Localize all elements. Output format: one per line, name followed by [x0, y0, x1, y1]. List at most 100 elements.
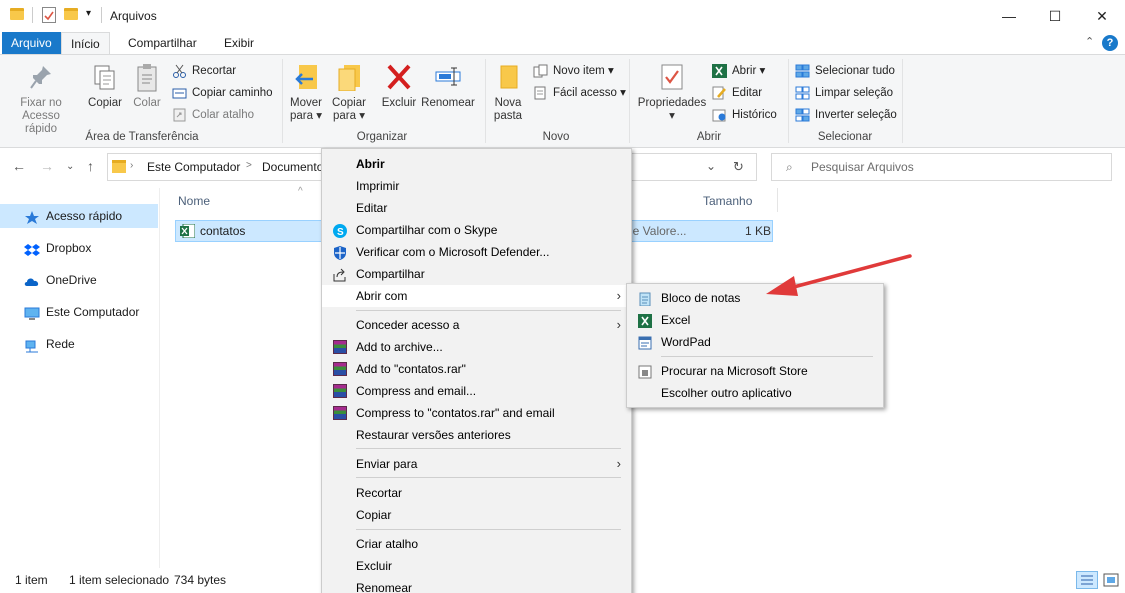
- menu-item-create-shortcut[interactable]: Criar atalho: [322, 533, 631, 555]
- minimize-button[interactable]: —: [986, 0, 1032, 32]
- maximize-button[interactable]: ☐: [1032, 0, 1078, 32]
- move-to-icon: [293, 63, 319, 91]
- cut-button[interactable]: Recortar: [172, 61, 236, 81]
- close-button[interactable]: ✕: [1079, 0, 1125, 32]
- paste-shortcut-button[interactable]: Colar atalho: [172, 105, 254, 125]
- properties-quick-icon[interactable]: [42, 7, 56, 23]
- tab-inicio[interactable]: Início: [61, 32, 110, 55]
- new-folder-button[interactable]: Nova pasta: [491, 63, 525, 123]
- ribbon-tabs: Arquivo Início Compartilhar Exibir ⌃ ?: [0, 32, 1125, 55]
- file-name: contatos: [200, 224, 246, 238]
- menu-item-rename[interactable]: Renomear: [322, 577, 631, 593]
- history-icon: [712, 108, 727, 122]
- submenu-item-excel[interactable]: Excel: [627, 309, 883, 331]
- breadcrumb-este-computador[interactable]: Este Computador: [147, 160, 240, 174]
- column-header-size[interactable]: Tamanho: [703, 194, 752, 208]
- menu-separator: [661, 356, 873, 357]
- large-icons-view-icon[interactable]: [1101, 571, 1121, 589]
- search-icon: ⌕: [786, 160, 793, 174]
- nav-item-this-pc[interactable]: Este Computador: [0, 300, 158, 324]
- svg-text:S: S: [337, 227, 344, 238]
- menu-item-add-to-archive[interactable]: Add to archive...: [322, 336, 631, 358]
- new-folder-quick-icon[interactable]: [64, 8, 78, 20]
- refresh-icon[interactable]: ↻: [733, 159, 744, 175]
- copy-button[interactable]: Copiar: [86, 63, 124, 110]
- rename-button[interactable]: Renomear: [421, 63, 475, 110]
- recent-locations-chevron-icon[interactable]: ⌄: [66, 161, 74, 172]
- breadcrumb-documentos[interactable]: Documento: [262, 160, 323, 174]
- skype-icon: S: [333, 223, 347, 238]
- tab-exibir[interactable]: Exibir: [215, 32, 263, 54]
- invert-selection-button[interactable]: Inverter seleção: [795, 105, 897, 125]
- select-none-button[interactable]: Limpar seleção: [795, 83, 893, 103]
- details-view-icon[interactable]: [1076, 571, 1098, 589]
- file-size: 1 KB: [745, 224, 772, 238]
- menu-item-edit[interactable]: Editar: [322, 197, 631, 219]
- menu-item-delete[interactable]: Excluir: [322, 555, 631, 577]
- breadcrumb-separator: ›: [130, 160, 134, 171]
- collapse-ribbon-icon[interactable]: ⌃: [1085, 35, 1094, 48]
- back-arrow-icon[interactable]: ←: [12, 158, 26, 174]
- menu-item-compress-rar-email[interactable]: Compress to "contatos.rar" and email: [322, 402, 631, 424]
- menu-item-open[interactable]: Abrir: [322, 153, 631, 175]
- excel-file-icon: [180, 223, 196, 239]
- delete-button[interactable]: Excluir: [380, 63, 418, 110]
- move-to-button[interactable]: Mover para ▾: [287, 63, 325, 123]
- nav-item-network[interactable]: Rede: [0, 332, 158, 356]
- help-icon[interactable]: ?: [1102, 35, 1118, 51]
- nav-item-dropbox[interactable]: Dropbox: [0, 236, 158, 260]
- status-selected: 1 item selecionado: [69, 573, 170, 587]
- copy-to-button[interactable]: Copiar para ▾: [330, 63, 368, 123]
- annotation-arrow-icon: [766, 254, 912, 296]
- tab-arquivo[interactable]: Arquivo: [2, 32, 61, 54]
- star-icon: [24, 209, 40, 224]
- menu-item-give-access[interactable]: Conceder acesso a ›: [322, 314, 631, 336]
- divider: [32, 7, 33, 23]
- nav-item-onedrive[interactable]: OneDrive: [0, 268, 158, 292]
- menu-item-open-with[interactable]: Abrir com ›: [322, 285, 631, 307]
- history-button[interactable]: Histórico: [712, 105, 777, 125]
- menu-item-restore-versions[interactable]: Restaurar versões anteriores: [322, 424, 631, 446]
- submenu-item-microsoft-store[interactable]: Procurar na Microsoft Store: [627, 360, 883, 382]
- divider: [282, 59, 283, 143]
- menu-item-defender-scan[interactable]: Verificar com o Microsoft Defender...: [322, 241, 631, 263]
- menu-item-share-skype[interactable]: S Compartilhar com o Skype: [322, 219, 631, 241]
- new-item-icon: [533, 64, 548, 78]
- address-dropdown-chevron-icon[interactable]: ⌄: [706, 159, 716, 173]
- window-title: Arquivos: [110, 9, 157, 23]
- forward-arrow-icon[interactable]: →: [40, 158, 54, 174]
- tab-compartilhar[interactable]: Compartilhar: [119, 32, 206, 54]
- easy-access-icon: [533, 86, 548, 100]
- search-input[interactable]: ⌕ Pesquisar Arquivos: [771, 153, 1112, 181]
- submenu-item-choose-app[interactable]: Escolher outro aplicativo: [627, 382, 883, 404]
- clipboard-icon: [134, 63, 160, 92]
- easy-access-button[interactable]: Fácil acesso ▾: [533, 83, 626, 103]
- copy-path-button[interactable]: Copiar caminho: [172, 83, 273, 103]
- divider: [629, 59, 630, 143]
- menu-item-copy[interactable]: Copiar: [322, 504, 631, 526]
- search-placeholder: Pesquisar Arquivos: [811, 160, 914, 174]
- new-item-button[interactable]: Novo item ▾: [533, 61, 614, 81]
- menu-item-cut[interactable]: Recortar: [322, 482, 631, 504]
- nav-item-quick-access[interactable]: Acesso rápido: [0, 204, 158, 228]
- invert-selection-icon: [795, 108, 810, 122]
- copy-path-icon: [172, 86, 187, 100]
- submenu-item-wordpad[interactable]: WordPad: [627, 331, 883, 353]
- customize-quick-access-icon[interactable]: ▾: [86, 8, 91, 19]
- menu-item-add-to-rar[interactable]: Add to "contatos.rar": [322, 358, 631, 380]
- up-arrow-icon[interactable]: ↑: [87, 158, 94, 174]
- select-all-button[interactable]: Selecionar tudo: [795, 61, 895, 81]
- menu-item-share[interactable]: Compartilhar: [322, 263, 631, 285]
- menu-item-compress-email[interactable]: Compress and email...: [322, 380, 631, 402]
- organize-group-label: Organizar: [356, 131, 408, 143]
- paste-button[interactable]: Colar: [131, 63, 163, 110]
- menu-item-send-to[interactable]: Enviar para ›: [322, 453, 631, 475]
- properties-button[interactable]: Propriedades ▾: [636, 63, 708, 123]
- open-button[interactable]: Abrir ▾: [712, 61, 765, 81]
- defender-shield-icon: [333, 245, 347, 260]
- pin-quick-access-button[interactable]: Fixar no Acesso rápido: [8, 63, 74, 136]
- menu-item-print[interactable]: Imprimir: [322, 175, 631, 197]
- edit-button[interactable]: Editar: [712, 83, 762, 103]
- dropbox-icon: [24, 241, 40, 256]
- column-header-name[interactable]: Nome: [178, 194, 210, 208]
